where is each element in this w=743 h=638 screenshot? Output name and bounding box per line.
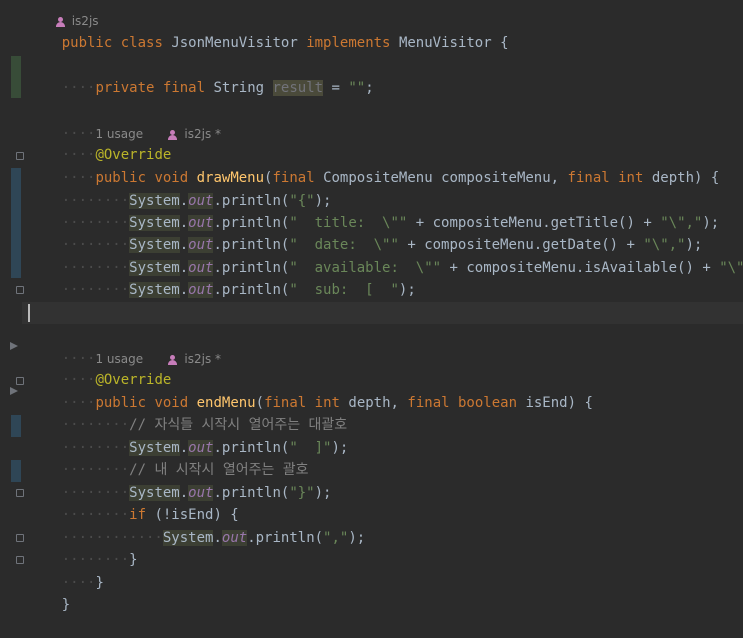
code-editor[interactable]: is2js public class JsonMenuVisitor imple… (22, 0, 743, 613)
top-inlay-hint: is2js (22, 0, 743, 28)
change-marker[interactable] (11, 56, 21, 98)
closing-brace[interactable]: ····} (22, 550, 743, 591)
arrow-icon[interactable] (10, 387, 18, 395)
annotation[interactable]: ····@Override (22, 122, 743, 163)
code-line[interactable]: ········System.out.println(" title: \"" … (22, 190, 743, 231)
code-line[interactable]: ············System.out.println(","); (22, 505, 743, 546)
usage-inlay-hint[interactable]: ····1 usage is2js * (22, 101, 743, 142)
code-line[interactable]: ········System.out.println(" available: … (22, 235, 743, 276)
closing-brace[interactable]: ········} (22, 527, 743, 568)
class-declaration[interactable]: public class JsonMenuVisitor implements … (22, 10, 743, 51)
closing-brace[interactable]: } (22, 572, 743, 613)
comment-line[interactable]: ········// 자식들 시작시 열어주는 대괄호 (22, 392, 743, 433)
code-line[interactable]: ········System.out.println(" ]"); (22, 415, 743, 456)
field-declaration[interactable]: ····private final String result = ""; (22, 55, 743, 96)
method-declaration-endMenu[interactable]: ····public void endMenu(final int depth,… (22, 370, 743, 411)
closing-brace[interactable]: ····} (22, 280, 743, 321)
if-statement[interactable]: ········if (!isEnd) { (22, 482, 743, 523)
change-marker[interactable] (11, 168, 21, 278)
code-line[interactable]: ········System.out.println(" date: \"" +… (22, 212, 743, 253)
method-declaration-drawMenu[interactable]: ····public void drawMenu(final Composite… (22, 145, 743, 186)
annotation[interactable]: ····@Override (22, 347, 743, 388)
code-line[interactable]: ········System.out.println("{"); (22, 168, 743, 209)
change-marker[interactable] (11, 460, 21, 482)
text-caret (28, 304, 30, 322)
change-marker[interactable] (11, 415, 21, 437)
usage-inlay-hint[interactable]: ····1 usage is2js * (22, 326, 743, 367)
editor-gutter[interactable] (0, 0, 24, 599)
code-line[interactable]: ········System.out.println("}"); (22, 460, 743, 501)
code-line[interactable]: ········System.out.println(" sub: [ "); (22, 257, 743, 298)
comment-line[interactable]: ········// 내 시작시 열어주는 괄호 (22, 437, 743, 478)
arrow-icon[interactable] (10, 342, 18, 350)
current-line[interactable] (22, 302, 743, 324)
